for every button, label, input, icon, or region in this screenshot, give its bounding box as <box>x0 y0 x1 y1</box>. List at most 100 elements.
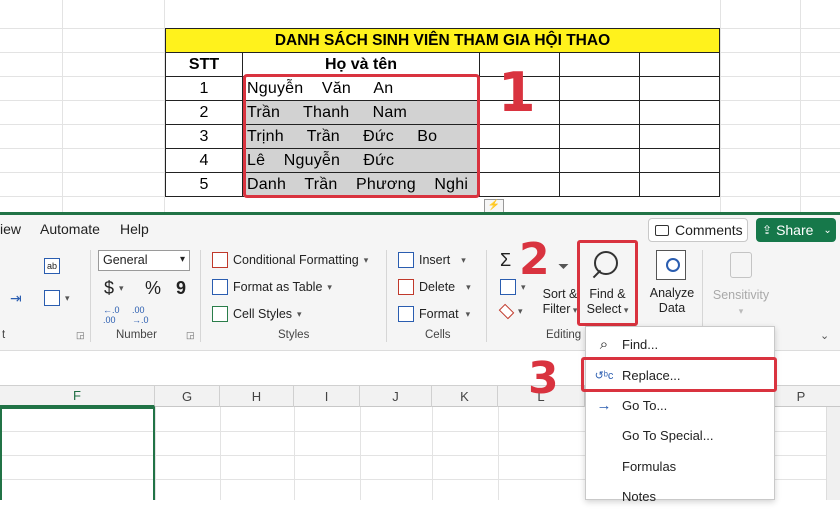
number-group-label: Number <box>116 329 157 341</box>
gridline <box>294 407 295 500</box>
column-header-i[interactable]: I <box>294 385 360 407</box>
menu-item-find[interactable]: ⌕ Find... <box>586 329 774 359</box>
empty-cell[interactable] <box>560 125 640 149</box>
empty-cell[interactable] <box>560 53 640 77</box>
autosum-icon[interactable]: Σ <box>500 250 511 271</box>
empty-cell[interactable] <box>640 173 720 197</box>
quick-analysis-icon[interactable]: ⚡ <box>484 199 504 212</box>
filter-icon: ⏷ <box>558 258 570 274</box>
insert-button[interactable]: Insert ▾ <box>398 252 466 268</box>
empty-cell[interactable] <box>480 173 560 197</box>
format-button[interactable]: Format ▾ <box>398 306 470 322</box>
stt-cell[interactable]: 3 <box>165 125 243 149</box>
table-title[interactable]: DANH SÁCH SINH VIÊN THAM GIA HỘI THAO <box>165 28 720 53</box>
sensitivity-button[interactable]: Sensitivity ▾ <box>708 248 774 320</box>
empty-cell[interactable] <box>480 125 560 149</box>
sensitivity-icon <box>730 252 752 278</box>
empty-cell[interactable] <box>640 101 720 125</box>
cell-styles-label: Cell Styles <box>233 307 293 321</box>
menu-item-goto-special-label: Go To Special... <box>622 427 714 443</box>
selection-highlight-box <box>243 74 480 198</box>
tab-help[interactable]: Help <box>120 221 149 237</box>
comments-label: Comments <box>675 222 743 238</box>
indent-icon[interactable]: ⇥ <box>10 290 22 307</box>
comma-style-button[interactable]: 9 <box>176 278 186 299</box>
column-header-f[interactable]: F <box>0 385 155 407</box>
sort-filter-label-1: Sort & <box>542 287 578 301</box>
percent-button[interactable]: % <box>145 278 161 299</box>
merge-center-icon[interactable]: ▾ <box>44 290 70 306</box>
column-header-h[interactable]: H <box>220 385 294 407</box>
wrap-text-icon[interactable]: ab <box>44 258 60 274</box>
analyze-data-button[interactable]: Analyze Data <box>646 248 698 320</box>
header-stt[interactable]: STT <box>165 53 243 77</box>
dialog-launcher-icon[interactable]: ◲ <box>186 330 195 341</box>
menu-item-notes-label: Notes <box>622 488 656 504</box>
increase-decimal-icon[interactable]: ←.0.00 <box>103 305 120 325</box>
empty-cell[interactable] <box>560 173 640 197</box>
empty-cell[interactable] <box>560 77 640 101</box>
share-label: Share <box>776 222 814 238</box>
gridline <box>720 0 721 212</box>
currency-button[interactable]: $ ▾ <box>104 278 124 299</box>
alignment-group-label: t <box>2 329 6 341</box>
stt-cell[interactable]: 2 <box>165 101 243 125</box>
empty-cell[interactable] <box>640 53 720 77</box>
sort-filter-label-2: Filter <box>542 302 571 316</box>
stt-cell[interactable]: 4 <box>165 149 243 173</box>
menu-item-goto[interactable]: → Go To... <box>586 390 774 420</box>
number-format-select[interactable]: General ▾ <box>98 250 190 271</box>
analyze-data-lens <box>666 258 680 272</box>
share-icon: ⇪ <box>762 223 773 237</box>
analyze-label-2: Data <box>658 301 686 315</box>
find-select-highlight <box>577 240 638 326</box>
menu-item-formulas[interactable]: Formulas <box>586 451 774 481</box>
tab-view[interactable]: iew <box>0 221 21 237</box>
share-button[interactable]: ⇪ Share ⌄ <box>756 218 836 242</box>
worksheet-area: DANH SÁCH SINH VIÊN THAM GIA HỘI THAO ST… <box>0 0 840 212</box>
empty-cell[interactable] <box>560 101 640 125</box>
chevron-down-icon[interactable]: ⌄ <box>823 225 831 236</box>
annotation-step-3: 3 <box>528 353 559 404</box>
annotation-step-2: 2 <box>519 234 550 285</box>
column-header-g[interactable]: G <box>155 385 220 407</box>
column-header-k[interactable]: K <box>432 385 498 407</box>
stt-cell[interactable]: 1 <box>165 77 243 101</box>
cell-styles-button[interactable]: Cell Styles ▾ <box>212 306 302 322</box>
empty-cell[interactable] <box>560 149 640 173</box>
stt-cell[interactable]: 5 <box>165 173 243 197</box>
column-header-j[interactable]: J <box>360 385 432 407</box>
menu-item-goto-special[interactable]: Go To Special... <box>586 420 774 450</box>
annotation-step-1: 1 <box>498 61 536 124</box>
menu-item-formulas-label: Formulas <box>622 458 677 474</box>
decrease-decimal-icon[interactable]: .00 →.0 <box>132 305 149 325</box>
vertical-scrollbar[interactable] <box>826 407 840 500</box>
menu-item-find-label: Find... <box>622 336 659 352</box>
menu-item-notes[interactable]: Notes <box>586 481 774 511</box>
empty-cell[interactable] <box>480 149 560 173</box>
gridline <box>498 407 499 500</box>
ribbon-collapse-icon[interactable]: ⌄ <box>820 329 829 342</box>
empty-cell[interactable] <box>640 125 720 149</box>
percent-icon: % <box>145 278 162 298</box>
comments-button[interactable]: Comments <box>648 218 748 242</box>
sensitivity-label: Sensitivity <box>712 288 770 302</box>
format-as-table-button[interactable]: Format as Table ▾ <box>212 279 332 295</box>
search-icon: ⌕ <box>599 335 609 353</box>
dialog-launcher-icon[interactable]: ◲ <box>76 330 85 341</box>
delete-button[interactable]: Delete ▾ <box>398 279 471 295</box>
conditional-formatting-button[interactable]: Conditional Formatting ▾ <box>212 252 368 268</box>
clear-icon[interactable]: ▾ <box>498 303 523 320</box>
gridline <box>432 407 433 500</box>
column-header-p[interactable]: P <box>776 385 826 407</box>
tab-automate[interactable]: Automate <box>40 221 100 237</box>
gridline <box>360 407 361 500</box>
delete-label: Delete <box>419 280 456 294</box>
sort-filter-button[interactable]: Sort & Filter ▾ <box>540 287 580 318</box>
empty-cell[interactable] <box>640 149 720 173</box>
number-format-value: General <box>103 253 148 267</box>
selected-column-f[interactable] <box>0 407 155 500</box>
empty-cell[interactable] <box>640 77 720 101</box>
conditional-formatting-label: Conditional Formatting <box>233 253 359 267</box>
currency-icon: $ <box>104 278 115 298</box>
